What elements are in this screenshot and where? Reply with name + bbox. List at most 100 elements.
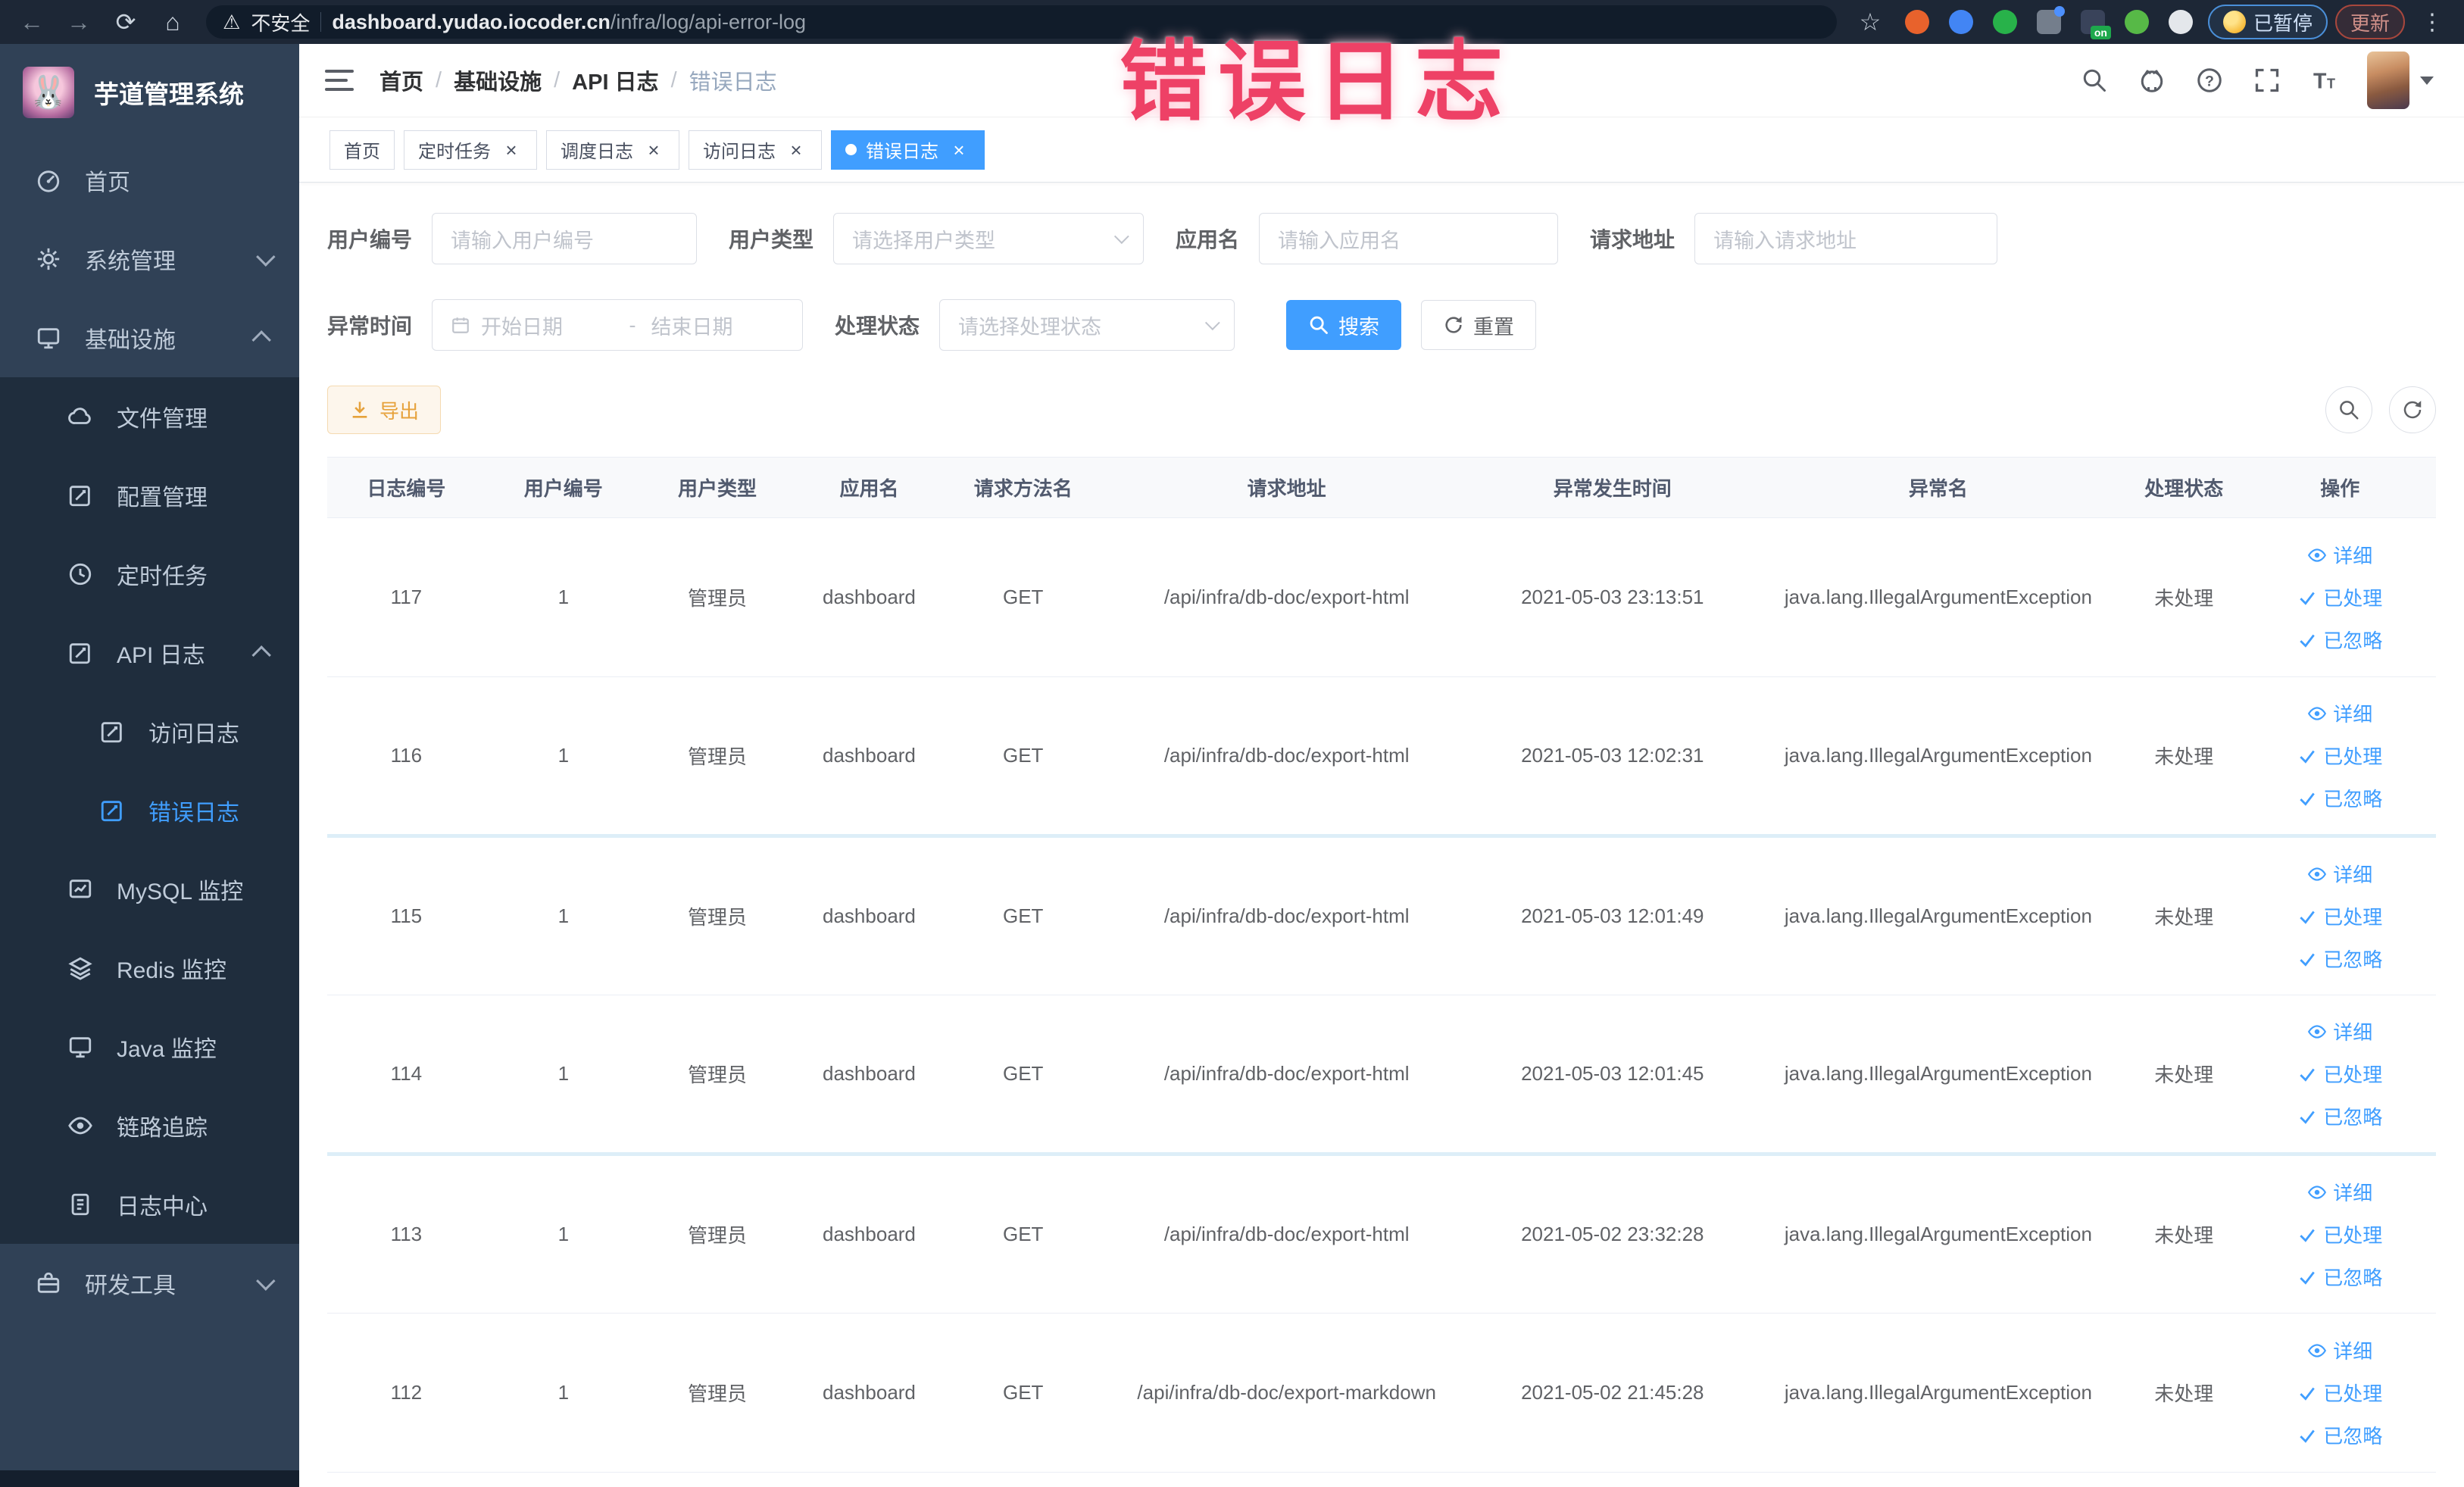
app-name-input[interactable]: 请输入应用名 (1259, 213, 1559, 264)
user-id-input[interactable]: 请输入用户编号 (432, 213, 698, 264)
search-icon[interactable] (2079, 65, 2110, 95)
ignored-link[interactable]: 已忽略 (2250, 1256, 2430, 1298)
svg-text:?: ? (2205, 73, 2214, 90)
sidebar-item-scheduled-tasks[interactable]: 定时任务 (0, 535, 299, 614)
puzzle-extension-icon[interactable] (2167, 8, 2194, 36)
help-icon[interactable]: ? (2194, 65, 2225, 95)
close-icon[interactable]: × (948, 139, 970, 161)
table-cell: /api/infra/db-doc/export-html (1101, 995, 1472, 1156)
update-chip[interactable]: 更新 (2334, 5, 2405, 39)
sidebar-item-home[interactable]: 首页 (0, 141, 299, 220)
sidebar-item-java-monitor[interactable]: Java 监控 (0, 1007, 299, 1086)
grid-extension-icon[interactable] (2035, 6, 2065, 36)
export-button[interactable]: 导出 (327, 386, 442, 434)
processed-link[interactable]: 已处理 (2250, 576, 2430, 619)
sidebar-collapse-bar[interactable] (0, 1470, 299, 1487)
processed-link[interactable]: 已处理 (2250, 1372, 2430, 1414)
detail-link[interactable]: 详细 (2250, 1011, 2430, 1053)
table-cell: dashboard (793, 1154, 945, 1314)
tag-scheduled-tasks[interactable]: 定时任务 × (404, 130, 537, 170)
breadcrumb-item-1[interactable]: 基础设施 (454, 64, 542, 96)
sidebar-item-trace[interactable]: 链路追踪 (0, 1086, 299, 1165)
orange-ring-extension-icon[interactable] (1903, 8, 1931, 36)
refresh-button[interactable] (2389, 386, 2436, 433)
sidebar-item-log-center[interactable]: 日志中心 (0, 1165, 299, 1244)
tag-home[interactable]: 首页 (329, 130, 395, 170)
table-cell: 2021-05-02 23:32:28 (1472, 1154, 1753, 1314)
breadcrumb-separator: / (554, 67, 561, 92)
sidebar-item-config-management[interactable]: 配置管理 (0, 456, 299, 535)
request-url-input[interactable]: 请输入请求地址 (1694, 213, 1998, 264)
ignored-link[interactable]: 已忽略 (2250, 1095, 2430, 1138)
hamburger-icon[interactable] (322, 65, 357, 95)
sidebar-item-access-log[interactable]: 访问日志 (0, 692, 299, 771)
processed-link[interactable]: 已处理 (2250, 735, 2430, 777)
security-label[interactable]: 不安全 (251, 8, 310, 36)
address-bar[interactable]: ⚠ 不安全 dashboard.yudao.iocoder.cn/infra/l… (206, 5, 1837, 39)
back-icon[interactable]: ← (12, 5, 52, 39)
sidebar-item-redis-monitor[interactable]: Redis 监控 (0, 929, 299, 1007)
sidebar-item-api-log[interactable]: API 日志 (0, 614, 299, 692)
tag-error-log[interactable]: 错误日志 × (831, 130, 985, 170)
edit-icon (98, 718, 126, 745)
paused-chip[interactable]: 已暂停 (2207, 5, 2328, 39)
actions-cell: 详细 已处理 已忽略 (2244, 517, 2436, 677)
user-type-select[interactable]: 请选择用户类型 (833, 213, 1145, 264)
ignored-link[interactable]: 已忽略 (2250, 938, 2430, 980)
ignored-link[interactable]: 已忽略 (2250, 619, 2430, 661)
bookmark-star-icon[interactable]: ☆ (1850, 5, 1890, 39)
breadcrumb-item-2[interactable]: API 日志 (572, 64, 658, 96)
svg-text:T: T (2327, 77, 2335, 92)
user-id-label: 用户编号 (327, 228, 413, 251)
search-button[interactable]: 搜索 (1286, 300, 1402, 350)
tag-schedule-log[interactable]: 调度日志 × (546, 130, 679, 170)
search-toggle-button[interactable] (2325, 386, 2372, 433)
processed-link[interactable]: 已处理 (2250, 1053, 2430, 1095)
fullscreen-icon[interactable] (2252, 65, 2282, 95)
action-label: 已处理 (2323, 1382, 2383, 1405)
font-size-icon[interactable]: TT (2309, 65, 2340, 95)
blue-shield-extension-icon[interactable] (1947, 8, 1975, 36)
reload-icon[interactable]: ⟳ (106, 5, 145, 39)
edit-icon (98, 797, 126, 824)
browser-menu-icon[interactable]: ⋮ (2412, 5, 2452, 39)
app-logo[interactable]: 🐰 芋道管理系统 (0, 44, 299, 141)
sidebar-item-infrastructure[interactable]: 基础设施 (0, 298, 299, 377)
close-icon[interactable]: × (642, 139, 665, 161)
user-menu[interactable] (2367, 52, 2434, 109)
sidebar-item-error-log[interactable]: 错误日志 (0, 771, 299, 850)
breadcrumb-item-0[interactable]: 首页 (379, 64, 423, 96)
processed-link[interactable]: 已处理 (2250, 1214, 2430, 1256)
home-icon[interactable]: ⌂ (153, 5, 192, 39)
detail-link[interactable]: 详细 (2250, 1171, 2430, 1214)
sidebar-item-dev-tools[interactable]: 研发工具 (0, 1244, 299, 1323)
close-icon[interactable]: × (500, 139, 523, 161)
table-cell: 2021-05-03 12:01:49 (1472, 836, 1753, 995)
green-leaf-extension-icon[interactable] (2123, 8, 2150, 36)
detail-link[interactable]: 详细 (2250, 1329, 2430, 1372)
github-icon[interactable] (2137, 65, 2167, 95)
detail-link[interactable]: 详细 (2250, 853, 2430, 895)
process-status-select[interactable]: 请选择处理状态 (939, 299, 1235, 351)
close-icon[interactable]: × (785, 139, 807, 161)
table-cell: 1 (485, 1313, 642, 1473)
sidebar-item-label: 文件管理 (117, 407, 208, 432)
ignored-link[interactable]: 已忽略 (2250, 777, 2430, 820)
sidebar-item-system-management[interactable]: 系统管理 (0, 220, 299, 298)
puzzle-extension-icon (2168, 10, 2193, 34)
green-circle-extension-icon[interactable] (1991, 8, 2019, 36)
sidebar-item-mysql-monitor[interactable]: MySQL 监控 (0, 850, 299, 929)
forward-icon[interactable]: → (59, 5, 98, 39)
tag-access-log[interactable]: 访问日志 × (689, 130, 822, 170)
proxy-switch-extension-icon[interactable]: on (2079, 8, 2111, 39)
exception-time-range-picker[interactable]: 开始日期 - 结束日期 (432, 299, 804, 351)
ignored-link[interactable]: 已忽略 (2250, 1414, 2430, 1457)
processed-link[interactable]: 已处理 (2250, 895, 2430, 938)
sidebar-item-file-management[interactable]: 文件管理 (0, 377, 299, 456)
check-icon (2297, 789, 2317, 808)
detail-link[interactable]: 详细 (2250, 534, 2430, 576)
reset-button[interactable]: 重置 (1421, 300, 1537, 350)
cloud-icon (67, 403, 94, 430)
detail-link[interactable]: 详细 (2250, 692, 2430, 735)
action-label: 已忽略 (2323, 1425, 2383, 1448)
